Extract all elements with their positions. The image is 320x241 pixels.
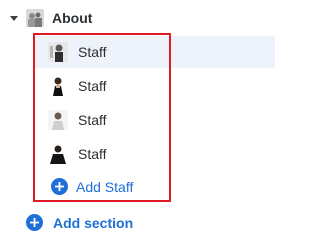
- tree-node-about[interactable]: About: [8, 6, 92, 30]
- add-section-button[interactable]: Add section: [26, 214, 133, 231]
- plus-circle-icon: [26, 214, 43, 231]
- add-section-label: Add section: [53, 214, 134, 231]
- group-thumbnail-icon: [26, 9, 44, 27]
- page-tree-panel: About Staff Staff Staff Staff Add Staff …: [0, 0, 275, 241]
- highlight-annotation-box: [33, 33, 171, 202]
- tree-node-label: About: [52, 10, 93, 26]
- caret-down-icon[interactable]: [8, 12, 20, 24]
